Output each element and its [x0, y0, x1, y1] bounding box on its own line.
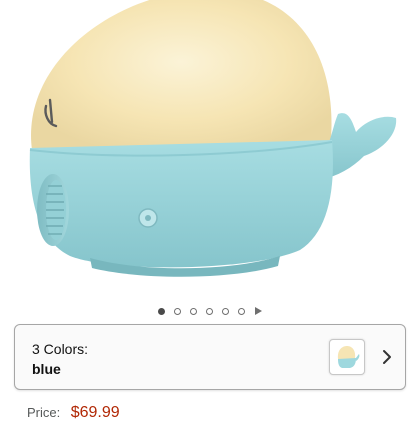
color-variant-selector[interactable]: 3 Colors: blue	[14, 324, 406, 390]
carousel-dot-icon[interactable]	[206, 307, 213, 315]
carousel-dot-icon[interactable]	[158, 307, 165, 315]
product-image[interactable]	[0, 0, 420, 300]
play-icon	[255, 307, 262, 315]
chevron-right-icon[interactable]	[377, 347, 397, 367]
carousel-dot-icon[interactable]	[190, 307, 197, 315]
price-value: $69.99	[70, 404, 120, 421]
carousel-dot-icon[interactable]	[238, 307, 245, 315]
carousel-dot-icon[interactable]	[222, 307, 229, 315]
video-play-button[interactable]	[254, 306, 262, 316]
price-row: Price: $69.99	[27, 404, 120, 424]
variant-label: 3 Colors:	[32, 341, 89, 357]
carousel-dot-icon[interactable]	[174, 307, 181, 315]
price-label: Price:	[27, 405, 61, 420]
light-button-icon	[138, 208, 158, 228]
variant-value: blue	[32, 361, 61, 377]
carousel-indicators[interactable]	[0, 303, 420, 319]
thumbnail-humidifier-icon	[337, 346, 360, 368]
humidifier-illustration	[29, 0, 397, 277]
color-swatch-thumbnail[interactable]	[329, 339, 365, 375]
